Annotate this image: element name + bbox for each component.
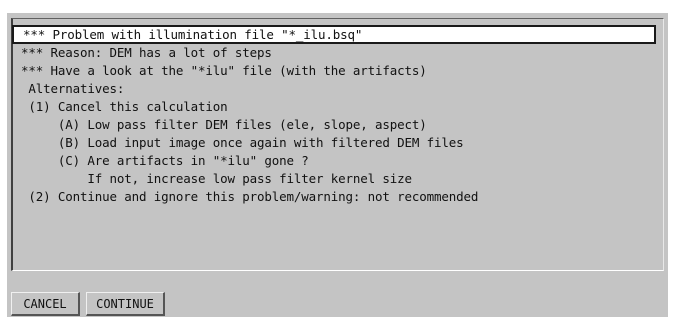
message-text-area: *** Problem with illumination file "*_il… <box>11 18 664 271</box>
continue-button[interactable]: CONTINUE <box>86 292 165 316</box>
message-line-option-c: (C) Are artifacts in "*ilu" gone ? <box>21 153 309 168</box>
message-line-reason: *** Reason: DEM has a lot of steps <box>21 45 272 60</box>
message-line-option-a: (A) Low pass filter DEM files (ele, slop… <box>21 117 427 132</box>
message-line-option-b: (B) Load input image once again with fil… <box>21 135 464 150</box>
message-line-kernel-hint: If not, increase low pass filter kernel … <box>21 171 412 186</box>
cancel-button[interactable]: CANCEL <box>11 292 80 316</box>
message-line-option-1: (1) Cancel this calculation <box>21 99 228 114</box>
warning-dialog: *** Problem with illumination file "*_il… <box>7 13 668 317</box>
message-line-problem: *** Problem with illumination file "*_il… <box>12 25 656 44</box>
message-line-option-2: (2) Continue and ignore this problem/war… <box>21 189 479 204</box>
message-line-look: *** Have a look at the "*ilu" file (with… <box>21 63 427 78</box>
message-line-alternatives: Alternatives: <box>21 81 125 96</box>
